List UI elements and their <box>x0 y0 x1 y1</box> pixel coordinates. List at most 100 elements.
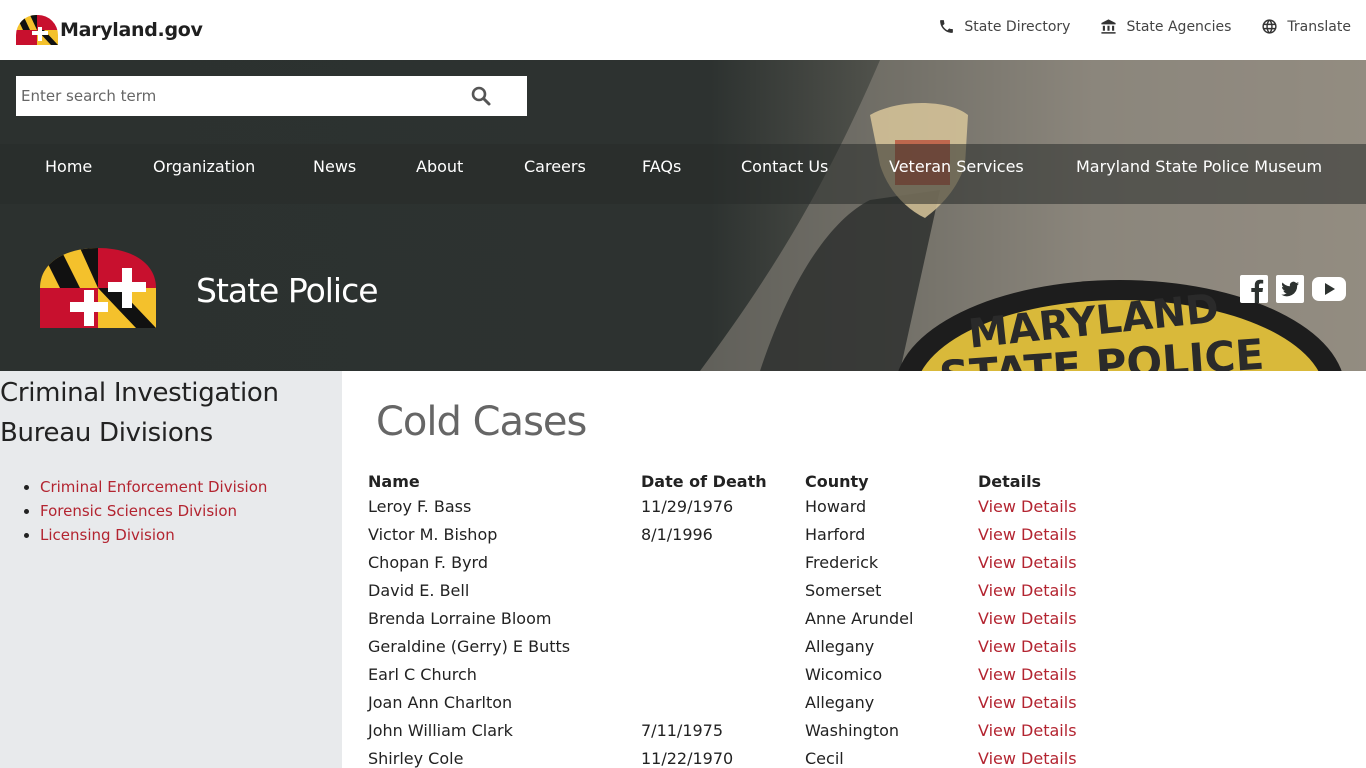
globe-icon <box>1262 19 1278 34</box>
cold-cases-table: Name Date of Death County Details Leroy … <box>368 470 1118 768</box>
case-details-cell: View Details <box>978 548 1118 576</box>
building-icon <box>1101 19 1117 34</box>
case-date <box>641 604 805 632</box>
list-item: Licensing Division <box>40 523 342 547</box>
nav-state-police-museum[interactable]: Maryland State Police Museum <box>1076 144 1322 204</box>
table-row: Victor M. Bishop 8/1/1996 Harford View D… <box>368 520 1118 548</box>
maryland-gov-logo[interactable]: Maryland.gov <box>16 14 203 46</box>
list-item: Forensic Sciences Division <box>40 499 342 523</box>
view-details-link[interactable]: View Details <box>978 721 1077 740</box>
case-date <box>641 660 805 688</box>
translate-label: Translate <box>1287 18 1351 35</box>
table-header-row: Name Date of Death County Details <box>368 470 1118 492</box>
view-details-link[interactable]: View Details <box>978 581 1077 600</box>
case-details-cell: View Details <box>978 632 1118 660</box>
translate-link[interactable]: Translate <box>1261 18 1351 35</box>
table-row: Joan Ann Charlton Allegany View Details <box>368 688 1118 716</box>
table-row: Shirley Cole 11/22/1970 Cecil View Detai… <box>368 744 1118 768</box>
case-date <box>641 688 805 716</box>
case-details-cell: View Details <box>978 492 1118 520</box>
nav-news[interactable]: News <box>313 144 356 204</box>
view-details-link[interactable]: View Details <box>978 497 1077 516</box>
table-row: David E. Bell Somerset View Details <box>368 576 1118 604</box>
column-header-date-of-death: Date of Death <box>641 471 767 491</box>
table-row: Earl C Church Wicomico View Details <box>368 660 1118 688</box>
view-details-link[interactable]: View Details <box>978 525 1077 544</box>
view-details-link[interactable]: View Details <box>978 749 1077 768</box>
case-details-cell: View Details <box>978 744 1118 768</box>
table-row: Brenda Lorraine Bloom Anne Arundel View … <box>368 604 1118 632</box>
case-name: Shirley Cole <box>368 748 464 768</box>
state-agencies-label: State Agencies <box>1126 18 1232 35</box>
case-date <box>641 576 805 604</box>
search-box <box>16 76 527 116</box>
table-row: Chopan F. Byrd Frederick View Details <box>368 548 1118 576</box>
nav-home[interactable]: Home <box>45 144 92 204</box>
case-name: Leroy F. Bass <box>368 496 472 516</box>
twitter-icon[interactable] <box>1275 274 1305 304</box>
case-county: Wicomico <box>805 664 883 684</box>
case-details-cell: View Details <box>978 716 1118 744</box>
case-name: John William Clark <box>368 720 513 740</box>
facebook-icon[interactable] <box>1239 274 1269 304</box>
state-directory-label: State Directory <box>964 18 1071 35</box>
table-row: Geraldine (Gerry) E Butts Allegany View … <box>368 632 1118 660</box>
case-county: Anne Arundel <box>805 608 914 628</box>
case-name: Earl C Church <box>368 664 477 684</box>
table-row: Leroy F. Bass 11/29/1976 Howard View Det… <box>368 492 1118 520</box>
top-bar: Maryland.gov State Directory State Agenc… <box>0 0 1366 60</box>
youtube-icon[interactable] <box>1311 274 1346 304</box>
view-details-link[interactable]: View Details <box>978 693 1077 712</box>
nav-veteran-services[interactable]: Veteran Services <box>889 144 1024 204</box>
case-county: Somerset <box>805 580 882 600</box>
search-icon <box>471 86 491 106</box>
phone-icon <box>940 20 954 33</box>
view-details-link[interactable]: View Details <box>978 609 1077 628</box>
nav-contact-us[interactable]: Contact Us <box>741 144 828 204</box>
sidebar-link-criminal-enforcement[interactable]: Criminal Enforcement Division <box>40 478 267 496</box>
case-name: Joan Ann Charlton <box>368 692 513 712</box>
case-name: David E. Bell <box>368 580 470 600</box>
hero-banner: MARYLAND STATE POLICE Home Organization … <box>0 60 1366 371</box>
case-details-cell: View Details <box>978 660 1118 688</box>
case-name: Chopan F. Byrd <box>368 552 488 572</box>
column-header-details: Details <box>978 471 1042 491</box>
case-name: Victor M. Bishop <box>368 524 498 544</box>
agency-seal[interactable] <box>40 248 156 328</box>
case-date <box>641 548 805 576</box>
state-directory-link[interactable]: State Directory <box>938 18 1070 35</box>
nav-organization[interactable]: Organization <box>153 144 255 204</box>
case-date <box>641 632 805 660</box>
maryland-flag-icon <box>16 15 58 45</box>
sidebar-link-licensing[interactable]: Licensing Division <box>40 526 175 544</box>
case-county: Cecil <box>805 748 844 768</box>
case-county: Washington <box>805 720 900 740</box>
state-agencies-link[interactable]: State Agencies <box>1100 18 1231 35</box>
main-navigation: Home Organization News About Careers FAQ… <box>0 144 1366 204</box>
view-details-link[interactable]: View Details <box>978 553 1077 572</box>
sidebar-link-forensic-sciences[interactable]: Forensic Sciences Division <box>40 502 237 520</box>
case-county: Allegany <box>805 636 875 656</box>
main-content: Cold Cases Name Date of Death County Det… <box>342 371 1366 768</box>
page-title: Cold Cases <box>376 399 587 445</box>
view-details-link[interactable]: View Details <box>978 637 1077 656</box>
case-name: Geraldine (Gerry) E Butts <box>368 636 571 656</box>
case-date: 7/11/1975 <box>641 720 724 740</box>
view-details-link[interactable]: View Details <box>978 665 1077 684</box>
sidebar-heading-line1: Criminal Investigation <box>0 378 279 408</box>
search-input[interactable] <box>16 76 456 116</box>
case-details-cell: View Details <box>978 576 1118 604</box>
nav-about[interactable]: About <box>416 144 463 204</box>
nav-faqs[interactable]: FAQs <box>642 144 681 204</box>
sidebar-heading: Criminal Investigation Bureau Divisions <box>0 373 342 453</box>
maryland-seal-icon <box>40 248 156 328</box>
search-button[interactable] <box>469 84 493 108</box>
case-county: Harford <box>805 524 866 544</box>
column-header-name: Name <box>368 471 420 491</box>
agency-title: State Police <box>196 271 379 310</box>
nav-careers[interactable]: Careers <box>524 144 586 204</box>
case-details-cell: View Details <box>978 520 1118 548</box>
case-name: Brenda Lorraine Bloom <box>368 608 552 628</box>
table-row: John William Clark 7/11/1975 Washington … <box>368 716 1118 744</box>
case-county: Howard <box>805 496 867 516</box>
